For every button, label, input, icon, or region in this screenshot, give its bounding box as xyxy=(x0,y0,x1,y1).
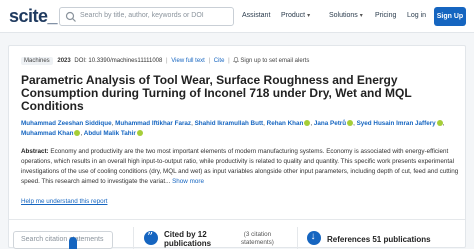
paper-card: Machines 2023 DOI: 10.3390/machines11111… xyxy=(8,45,466,249)
scite-logo[interactable]: scite_ xyxy=(9,6,58,26)
paper-title: Parametric Analysis of Tool Wear, Surfac… xyxy=(21,73,412,113)
search-icon xyxy=(65,11,76,22)
author-separator: , xyxy=(111,120,114,127)
author-link[interactable]: Muhammad Zeeshan Siddique xyxy=(21,120,112,127)
citation-statements-line1: (3 citation xyxy=(243,231,272,238)
author-separator: , xyxy=(442,120,445,127)
chat-bubble-icon[interactable] xyxy=(69,237,77,249)
references-icon xyxy=(307,231,321,245)
author-link[interactable]: Jana Petrů xyxy=(314,120,346,127)
divider xyxy=(133,227,134,249)
author-link[interactable]: Syed Husain Imran Jaffery xyxy=(357,120,436,127)
search-placeholder: Search by title, author, keywords or DOI xyxy=(80,12,204,19)
author-separator: , xyxy=(263,120,265,127)
top-navigation-bar: scite_ Search by title, author, keywords… xyxy=(0,0,474,33)
separator: | xyxy=(228,58,230,64)
author-separator: , xyxy=(191,120,193,127)
references-count[interactable]: References 51 publications xyxy=(327,235,431,244)
journal-badge[interactable]: Machines xyxy=(21,57,53,65)
nav-solutions-label: Solutions xyxy=(329,12,358,19)
author-separator: , xyxy=(80,130,83,137)
publication-year: 2023 xyxy=(57,58,71,64)
paper-meta: Machines 2023 DOI: 10.3390/machines11111… xyxy=(21,57,309,67)
help-understand-link[interactable]: Help me understand this report xyxy=(21,198,107,205)
author-link[interactable]: Muhammad Iftikhar Faraz xyxy=(115,120,191,127)
author-link[interactable]: Muhammad Khan xyxy=(21,130,73,137)
chevron-down-icon: ▾ xyxy=(359,13,363,19)
abstract-text: Economy and productivity are the two mos… xyxy=(21,148,459,185)
author-separator: , xyxy=(310,120,313,127)
cite-link[interactable]: Cite xyxy=(214,58,225,64)
citation-statements-count: (3 citation statements) xyxy=(241,231,274,247)
orcid-icon[interactable] xyxy=(136,130,143,136)
view-full-text-link[interactable]: View full text xyxy=(171,58,205,64)
separator: | xyxy=(166,58,168,64)
abstract: Abstract: Economy and productivity are t… xyxy=(21,147,461,187)
author-link[interactable]: Shahid Ikramullah Butt xyxy=(195,120,264,127)
author-separator: , xyxy=(353,120,355,127)
separator: | xyxy=(208,58,211,64)
quote-icon xyxy=(144,230,158,245)
nav-assistant[interactable]: Assistant xyxy=(242,12,270,19)
search-input[interactable]: Search by title, author, keywords or DOI xyxy=(59,7,234,26)
bell-icon xyxy=(233,57,240,63)
email-alert-label: Sign up to set email alerts xyxy=(240,58,310,64)
nav-solutions[interactable]: Solutions ▾ xyxy=(329,12,363,19)
nav-login[interactable]: Log in xyxy=(407,12,426,19)
cited-by-count[interactable]: Cited by 12 publications xyxy=(164,230,211,248)
author-link[interactable]: Rehan Khan xyxy=(267,120,304,127)
abstract-label: Abstract: xyxy=(21,148,49,155)
author-link[interactable]: Abdul Malik Tahir xyxy=(84,130,136,137)
show-more-link[interactable]: Show more xyxy=(172,178,204,185)
sign-up-button[interactable]: Sign Up xyxy=(434,7,466,26)
divider xyxy=(9,219,465,220)
doi[interactable]: DOI: 10.3390/machines11111008 xyxy=(74,58,162,64)
nav-pricing[interactable]: Pricing xyxy=(375,12,396,19)
citation-search-placeholder: Search citation statements xyxy=(21,236,104,243)
divider xyxy=(297,227,298,249)
citation-search-input[interactable]: Search citation statements xyxy=(13,231,113,249)
email-alert-link[interactable]: Sign up to set email alerts xyxy=(233,57,310,64)
chevron-down-icon: ▾ xyxy=(307,13,311,19)
cited-by-line2: publications xyxy=(164,239,212,248)
author-list: Muhammad Zeeshan Siddique, Muhammad Ifti… xyxy=(21,119,461,139)
citation-statements-line2: statements) xyxy=(241,239,274,246)
cited-by-line1: Cited by 12 xyxy=(164,230,207,239)
nav-product-label: Product xyxy=(281,12,306,19)
nav-product[interactable]: Product ▾ xyxy=(281,12,310,19)
